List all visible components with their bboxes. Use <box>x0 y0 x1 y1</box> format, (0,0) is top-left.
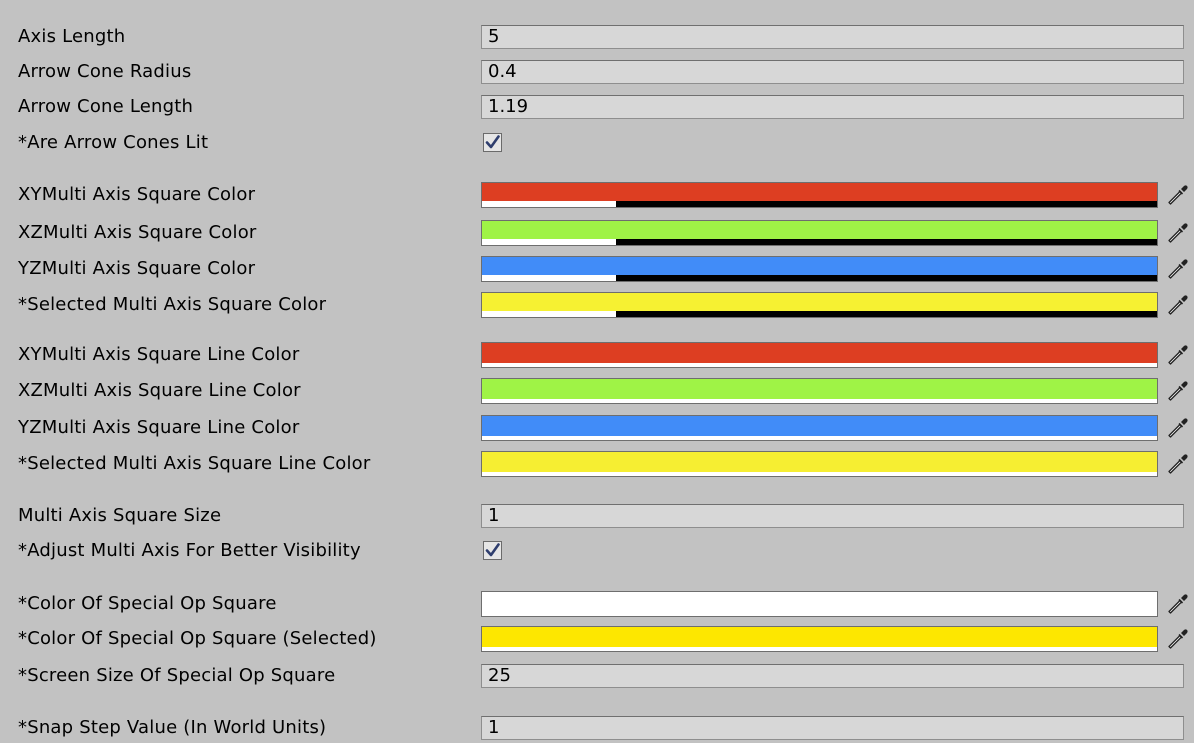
multi-axis-square-size-label: Multi Axis Square Size <box>18 505 222 526</box>
axis-length-field[interactable]: 5 <box>481 25 1184 49</box>
special-op-selected-color-swatch[interactable] <box>481 626 1158 652</box>
eyedropper-icon[interactable] <box>1166 257 1190 281</box>
eyedropper-icon[interactable] <box>1166 183 1190 207</box>
arrow-cone-radius-field[interactable]: 0.4 <box>481 60 1184 84</box>
special-op-screen-size-label: *Screen Size Of Special Op Square <box>18 665 336 686</box>
xz-line-color-row: XZMulti Axis Square Line Color <box>0 376 1194 406</box>
selected-line-color-swatch[interactable] <box>481 451 1158 477</box>
special-op-selected-color-label: *Color Of Special Op Square (Selected) <box>18 628 377 649</box>
xy-line-color-label: XYMulti Axis Square Line Color <box>18 344 300 365</box>
adjust-multi-axis-checkbox[interactable] <box>483 541 502 560</box>
yz-line-color-swatch[interactable] <box>481 415 1158 441</box>
multi-axis-square-size-field[interactable]: 1 <box>481 504 1184 528</box>
yz-line-color-label: YZMulti Axis Square Line Color <box>18 417 300 438</box>
xz-square-color-swatch[interactable] <box>481 220 1158 246</box>
xy-line-color-swatch[interactable] <box>481 342 1158 368</box>
xz-line-color-swatch[interactable] <box>481 378 1158 404</box>
selected-square-color-swatch[interactable] <box>481 292 1158 318</box>
arrow-cone-length-field[interactable]: 1.19 <box>481 95 1184 119</box>
xy-square-color-row: XYMulti Axis Square Color <box>0 180 1194 210</box>
special-op-screen-size-field[interactable]: 25 <box>481 664 1184 688</box>
arrow-cone-radius-row: Arrow Cone Radius 0.4 <box>0 57 1194 87</box>
special-op-color-swatch[interactable] <box>481 591 1158 617</box>
eyedropper-icon[interactable] <box>1166 343 1190 367</box>
special-op-color-row: *Color Of Special Op Square <box>0 589 1194 619</box>
multi-axis-square-size-row: Multi Axis Square Size 1 <box>0 501 1194 531</box>
eyedropper-icon[interactable] <box>1166 452 1190 476</box>
xy-square-color-label: XYMulti Axis Square Color <box>18 184 256 205</box>
are-arrow-cones-lit-row: *Are Arrow Cones Lit <box>0 128 1194 158</box>
selected-line-color-row: *Selected Multi Axis Square Line Color <box>0 449 1194 479</box>
xz-square-color-row: XZMulti Axis Square Color <box>0 218 1194 248</box>
xz-square-color-label: XZMulti Axis Square Color <box>18 222 257 243</box>
special-op-color-label: *Color Of Special Op Square <box>18 593 277 614</box>
adjust-multi-axis-label: *Adjust Multi Axis For Better Visibility <box>18 540 361 561</box>
eyedropper-icon[interactable] <box>1166 627 1190 651</box>
snap-step-value-label: *Snap Step Value (In World Units) <box>18 717 327 738</box>
arrow-cone-length-label: Arrow Cone Length <box>18 96 194 117</box>
eyedropper-icon[interactable] <box>1166 293 1190 317</box>
are-arrow-cones-lit-checkbox[interactable] <box>483 133 502 152</box>
yz-line-color-row: YZMulti Axis Square Line Color <box>0 413 1194 443</box>
xy-line-color-row: XYMulti Axis Square Line Color <box>0 340 1194 370</box>
special-op-selected-color-row: *Color Of Special Op Square (Selected) <box>0 624 1194 654</box>
yz-square-color-row: YZMulti Axis Square Color <box>0 254 1194 284</box>
snap-step-value-field[interactable]: 1 <box>481 716 1184 740</box>
snap-step-value-row: *Snap Step Value (In World Units) 1 <box>0 713 1194 743</box>
eyedropper-icon[interactable] <box>1166 379 1190 403</box>
xz-line-color-label: XZMulti Axis Square Line Color <box>18 380 301 401</box>
axis-length-label: Axis Length <box>18 26 126 47</box>
xy-square-color-swatch[interactable] <box>481 182 1158 208</box>
axis-length-row: Axis Length 5 <box>0 22 1194 52</box>
eyedropper-icon[interactable] <box>1166 592 1190 616</box>
yz-square-color-label: YZMulti Axis Square Color <box>18 258 256 279</box>
special-op-screen-size-row: *Screen Size Of Special Op Square 25 <box>0 661 1194 691</box>
arrow-cone-radius-label: Arrow Cone Radius <box>18 61 192 82</box>
eyedropper-icon[interactable] <box>1166 416 1190 440</box>
arrow-cone-length-row: Arrow Cone Length 1.19 <box>0 92 1194 122</box>
are-arrow-cones-lit-label: *Are Arrow Cones Lit <box>18 132 209 153</box>
selected-line-color-label: *Selected Multi Axis Square Line Color <box>18 453 371 474</box>
yz-square-color-swatch[interactable] <box>481 256 1158 282</box>
selected-square-color-row: *Selected Multi Axis Square Color <box>0 290 1194 320</box>
selected-square-color-label: *Selected Multi Axis Square Color <box>18 294 327 315</box>
adjust-multi-axis-row: *Adjust Multi Axis For Better Visibility <box>0 536 1194 566</box>
eyedropper-icon[interactable] <box>1166 221 1190 245</box>
